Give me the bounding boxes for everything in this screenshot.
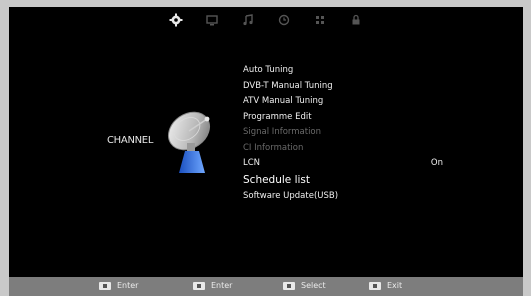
- hint-ok-enter: Enter: [99, 281, 138, 290]
- arrow-key-icon: [283, 281, 295, 290]
- channel-menu: Auto Tuning DVB-T Manual Tuning ATV Manu…: [243, 63, 463, 204]
- menu-key-icon: [193, 281, 205, 290]
- hint-select: Select: [283, 281, 326, 290]
- menu-item-schedule-list[interactable]: Schedule list: [243, 172, 463, 189]
- menu-item-signal-information: Signal Information: [243, 127, 322, 137]
- menu-item-atv-manual-tuning[interactable]: ATV Manual Tuning: [243, 94, 463, 110]
- gear-icon[interactable]: [169, 13, 183, 27]
- exit-key-icon: [369, 281, 381, 290]
- menu-item-lcn[interactable]: LCN On: [243, 156, 463, 172]
- menu-item-auto-tuning[interactable]: Auto Tuning: [243, 63, 463, 79]
- lcn-value: On: [430, 158, 443, 168]
- hint-bar: Enter Enter Select Exit: [9, 277, 523, 296]
- clock-icon[interactable]: [277, 13, 291, 27]
- menu-item-programme-edit[interactable]: Programme Edit: [243, 110, 463, 126]
- tv-screen: CHANNEL Auto Tuning DVB-T Manual Tuning …: [9, 7, 523, 296]
- menu-item-dvbt-manual-tuning[interactable]: DVB-T Manual Tuning: [243, 79, 463, 95]
- hint-menu-enter: Enter: [193, 281, 232, 290]
- music-note-icon[interactable]: [241, 13, 255, 27]
- menu-item-software-update[interactable]: Software Update(USB): [243, 189, 463, 205]
- hint-exit: Exit: [369, 281, 402, 290]
- section-title: CHANNEL: [107, 135, 154, 146]
- lock-icon[interactable]: [349, 13, 363, 27]
- top-tab-bar: [9, 7, 523, 33]
- grid-icon[interactable]: [313, 13, 327, 27]
- monitor-icon[interactable]: [205, 13, 219, 27]
- ok-key-icon: [99, 281, 111, 290]
- satellite-dish-icon: [165, 107, 221, 177]
- menu-item-ci-information: CI Information: [243, 142, 304, 153]
